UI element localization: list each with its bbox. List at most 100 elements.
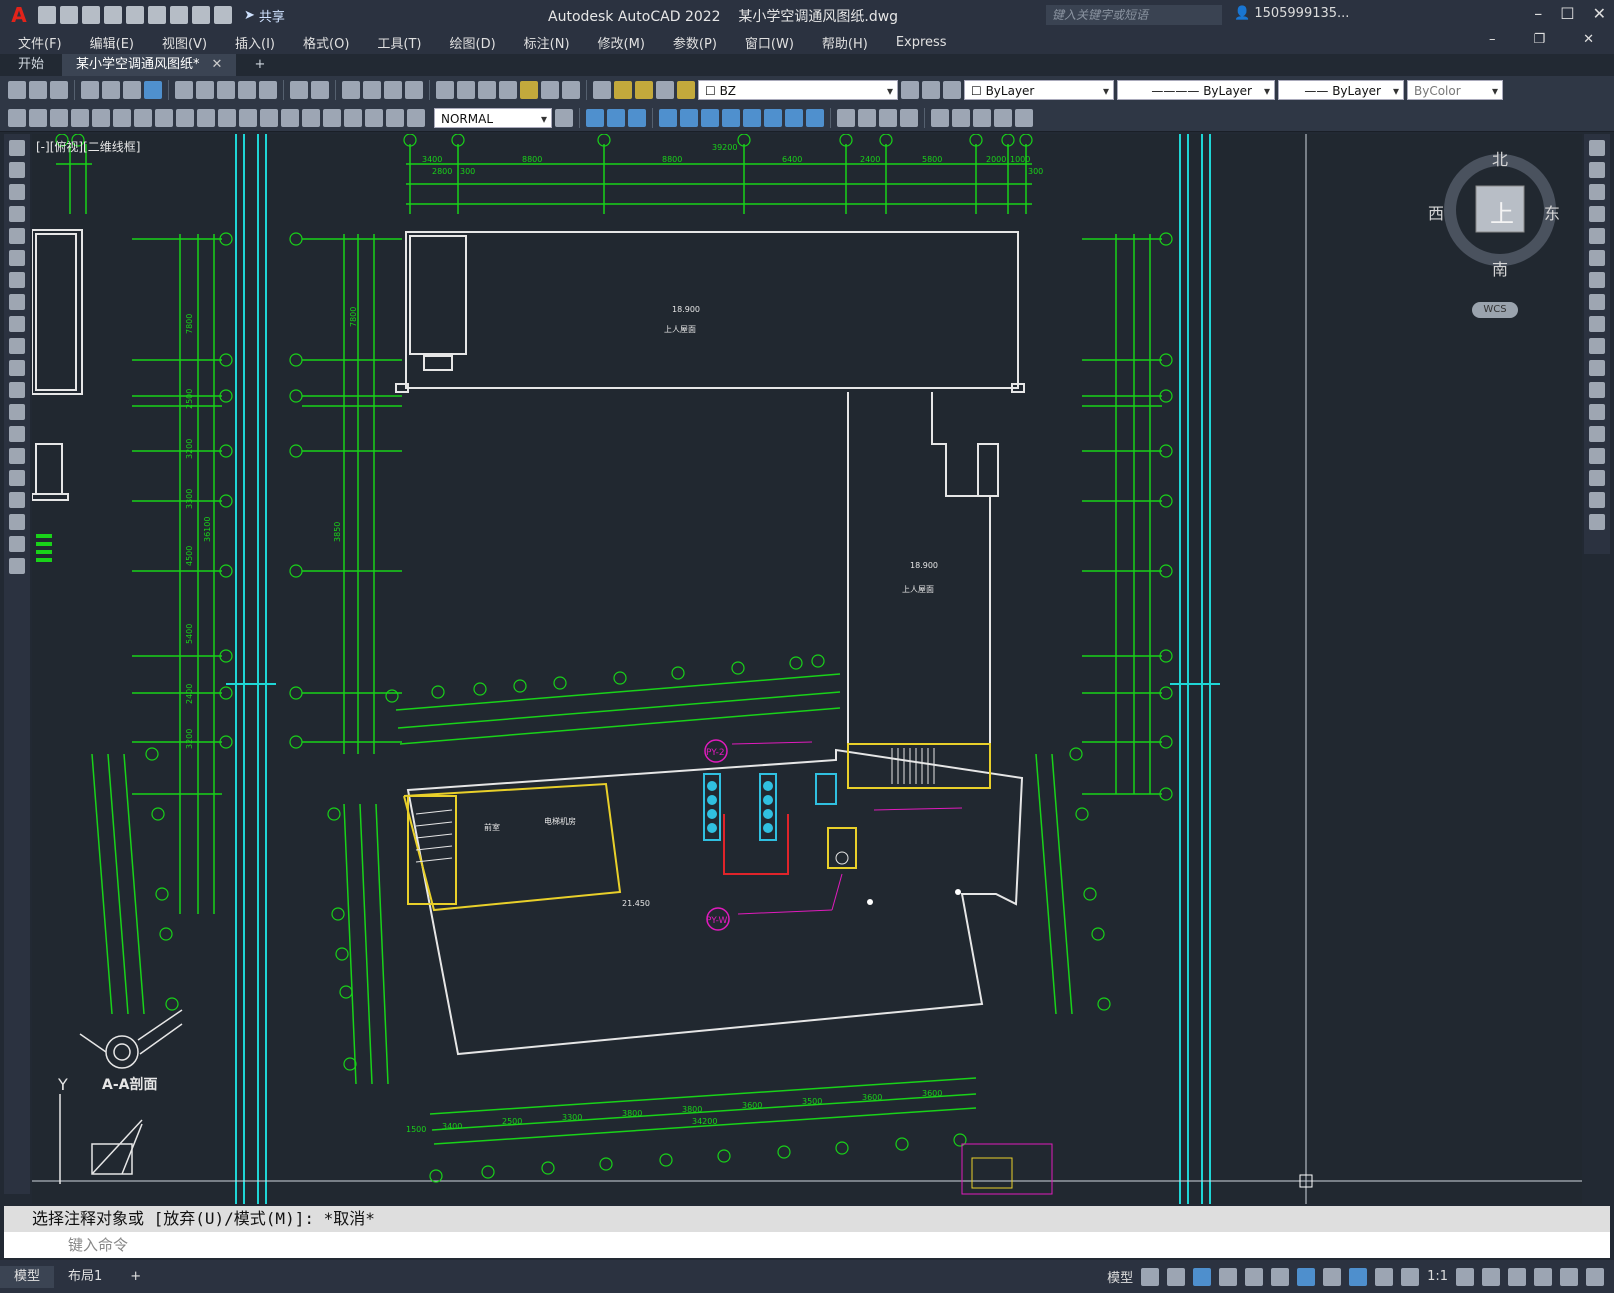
add-selected-icon[interactable]	[9, 558, 25, 574]
save-icon[interactable]	[50, 81, 68, 99]
dim-space-icon[interactable]	[239, 108, 257, 127]
spline-icon[interactable]	[9, 316, 25, 332]
viewcube-north[interactable]: 北	[1492, 146, 1508, 170]
search-input[interactable]: 键入关键字或短语	[1046, 5, 1222, 25]
bring-front-icon[interactable]	[858, 108, 876, 127]
ortho-icon[interactable]	[1193, 1267, 1212, 1286]
layer-previous-icon[interactable]	[922, 81, 940, 99]
menu-format[interactable]: 格式(O)	[303, 33, 349, 52]
brush-icon[interactable]	[259, 81, 277, 99]
new-icon[interactable]	[38, 6, 56, 24]
group-select-icon[interactable]	[994, 108, 1012, 127]
plus-icon[interactable]	[1482, 1267, 1500, 1286]
extend-icon[interactable]	[806, 108, 824, 127]
erase-icon[interactable]	[586, 108, 604, 127]
make-block-icon[interactable]	[9, 404, 25, 420]
explode-icon[interactable]	[1589, 514, 1605, 530]
join-icon[interactable]	[1589, 426, 1605, 442]
viewcube-south[interactable]: 南	[1492, 256, 1508, 280]
tolerance-icon[interactable]	[281, 108, 299, 127]
maximize-icon[interactable]: ☐	[1560, 4, 1574, 23]
offset-icon[interactable]	[659, 108, 677, 127]
group-icon[interactable]	[931, 108, 949, 127]
revcloud-icon[interactable]	[9, 294, 25, 310]
viewcube-east[interactable]: 东	[1544, 200, 1560, 224]
doc-restore-icon[interactable]: ❐	[1533, 32, 1545, 47]
clean-screen-icon[interactable]	[1560, 1267, 1578, 1286]
isodraft-icon[interactable]	[1245, 1267, 1264, 1286]
gradient-icon[interactable]	[9, 470, 25, 486]
move-icon[interactable]	[1589, 250, 1605, 266]
jogged-linear-icon[interactable]	[344, 108, 362, 127]
rotate-icon[interactable]	[1589, 272, 1605, 288]
layout-tab-model[interactable]: 模型	[0, 1265, 55, 1288]
zoom-realtime-icon[interactable]	[363, 81, 381, 99]
tab-start[interactable]: 开始	[4, 54, 58, 76]
inspection-icon[interactable]	[323, 108, 341, 127]
make-current-icon[interactable]	[901, 81, 919, 99]
close-icon[interactable]: ✕	[1593, 4, 1606, 23]
3d-print-icon[interactable]	[144, 81, 162, 99]
redo-icon[interactable]	[311, 81, 329, 99]
point-icon[interactable]	[9, 426, 25, 442]
print-icon[interactable]	[170, 6, 188, 24]
arc-icon[interactable]	[9, 250, 25, 266]
tab-document[interactable]: 某小学空调通风图纸* ✕	[62, 54, 237, 76]
stretch-icon[interactable]	[1589, 316, 1605, 332]
minimize-icon[interactable]: –	[1534, 4, 1542, 23]
text-front-icon[interactable]	[900, 108, 918, 127]
scale-label[interactable]: 1:1	[1427, 1269, 1448, 1284]
sheet-set-icon[interactable]	[499, 81, 517, 99]
snap-icon[interactable]	[1167, 1267, 1186, 1286]
publish-icon[interactable]	[123, 81, 141, 99]
lock-icon[interactable]	[677, 81, 695, 99]
break-point-icon[interactable]	[1589, 382, 1605, 398]
menu-parameter[interactable]: 参数(P)	[673, 33, 717, 52]
line-icon[interactable]	[9, 140, 25, 156]
angular-dim-icon[interactable]	[176, 108, 194, 127]
annotation-scale-icon[interactable]	[1401, 1267, 1420, 1286]
dim-update-icon[interactable]	[407, 108, 425, 127]
circle-icon[interactable]	[9, 272, 25, 288]
publish-icon[interactable]	[126, 6, 144, 24]
ordinate-dim-icon[interactable]	[92, 108, 110, 127]
color-dropdown[interactable]: ☐ ByLayer	[964, 80, 1114, 101]
isolate-icon[interactable]	[1508, 1267, 1526, 1286]
stretch-icon[interactable]	[764, 108, 782, 127]
group-edit-icon[interactable]	[973, 108, 991, 127]
extend-icon[interactable]	[1589, 360, 1605, 376]
plot-icon[interactable]	[148, 6, 166, 24]
autocad-logo[interactable]: A	[6, 3, 32, 27]
gear-icon[interactable]	[1456, 1267, 1474, 1286]
mtext-icon[interactable]	[9, 536, 25, 552]
mirror-icon[interactable]	[628, 108, 646, 127]
rotate-icon[interactable]	[722, 108, 740, 127]
cut-icon[interactable]	[175, 81, 193, 99]
dim-edit-icon[interactable]	[365, 108, 383, 127]
paste-icon[interactable]	[217, 81, 235, 99]
layer-dropdown[interactable]: ☐ BZ	[698, 80, 898, 101]
menu-view[interactable]: 视图(V)	[162, 33, 207, 52]
menu-modify[interactable]: 修改(M)	[598, 33, 645, 52]
offset-icon[interactable]	[1589, 206, 1605, 222]
tool-palettes-icon[interactable]	[478, 81, 496, 99]
hardware-accel-icon[interactable]	[1534, 1267, 1552, 1286]
region-icon[interactable]	[9, 492, 25, 508]
wcs-menu[interactable]: WCS	[1472, 302, 1518, 318]
layer-properties-icon[interactable]	[593, 81, 611, 99]
text-style-dropdown[interactable]: NORMAL	[434, 107, 552, 129]
hatch-icon[interactable]	[9, 448, 25, 464]
open-icon[interactable]	[29, 81, 47, 99]
object-snap-icon[interactable]	[1297, 1267, 1316, 1286]
break-icon[interactable]	[1589, 404, 1605, 420]
auto-scale-icon[interactable]	[1375, 1267, 1394, 1286]
mirror-icon[interactable]	[1589, 184, 1605, 200]
linetype-dropdown[interactable]: ———— ByLayer	[1117, 80, 1275, 101]
construction-line-icon[interactable]	[9, 162, 25, 178]
trim-icon[interactable]	[785, 108, 803, 127]
fillet-icon[interactable]	[1589, 470, 1605, 486]
zoom-window-icon[interactable]	[384, 81, 402, 99]
undo-icon[interactable]	[290, 81, 308, 99]
rectangle-icon[interactable]	[9, 228, 25, 244]
chamfer-icon[interactable]	[1589, 448, 1605, 464]
